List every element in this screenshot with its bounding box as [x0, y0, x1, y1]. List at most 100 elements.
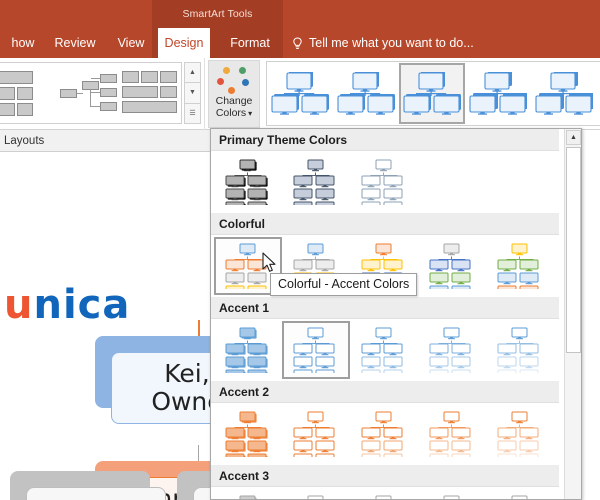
color-option-accent2-gradient-range[interactable]	[418, 405, 486, 466]
tab-design[interactable]: Design	[158, 28, 210, 58]
color-option-colorful-range-accent-4-5[interactable]	[418, 237, 486, 298]
color-option-accent3-gradient-range[interactable]	[418, 489, 486, 499]
change-colors-button[interactable]: Change Colors ▾	[208, 60, 260, 128]
more-icon: ☰	[189, 110, 196, 118]
smartart-style-4[interactable]	[465, 63, 531, 124]
color-option-accent1-colored-outline[interactable]	[282, 321, 350, 382]
color-option-accent3-colored-outline[interactable]	[282, 489, 350, 499]
layouts-more-button[interactable]: ☰	[184, 102, 201, 124]
dropdown-section-header-primary-theme-colors: Primary Theme Colors	[211, 129, 559, 151]
color-dot-4	[228, 87, 235, 94]
chevron-up-icon: ▲	[189, 69, 196, 77]
tab-view[interactable]: View	[108, 28, 154, 58]
color-option-accent2-gradient-loop[interactable]	[350, 405, 418, 466]
ribbon-tab-strip: how Review View Design Format Tell me what y…	[0, 28, 600, 58]
org-chart-swatch-icon	[358, 495, 410, 499]
layout-thumb-2[interactable]	[58, 63, 119, 123]
org-chart-icon	[271, 70, 329, 116]
tab-label: how	[11, 36, 35, 50]
section-title: Primary Theme Colors	[219, 132, 348, 147]
color-dot-0	[223, 67, 230, 74]
org-chart-swatch-icon	[222, 327, 274, 382]
layout-thumb-3[interactable]	[120, 63, 181, 123]
org-chart-swatch-icon	[290, 159, 342, 214]
smartart-styles-gallery[interactable]	[266, 61, 600, 126]
color-option-accent3-transparent[interactable]	[486, 489, 554, 499]
color-option-accent2-transparent[interactable]	[486, 405, 554, 466]
smartart-style-1[interactable]	[267, 63, 333, 124]
tab-label: View	[117, 36, 145, 50]
tab-format[interactable]: Format	[222, 28, 278, 58]
org-chart-swatch-icon	[494, 411, 546, 466]
smartart-style-3[interactable]	[399, 63, 465, 124]
dropdown-scrollbar[interactable]: ▲	[564, 129, 581, 499]
org-chart-icon	[337, 70, 395, 116]
smartart-style-5[interactable]	[531, 63, 597, 124]
slide-logo: unica	[4, 282, 130, 328]
triangle-up-icon: ▲	[570, 134, 577, 141]
color-option-accent2-colored-fill[interactable]	[214, 405, 282, 466]
layouts-scroll-spinners[interactable]: ▲ ▼ ☰	[184, 62, 201, 124]
org-chart-swatch-icon	[358, 411, 410, 466]
scrollbar-up-button[interactable]: ▲	[566, 130, 581, 145]
color-option-accent3-gradient-loop[interactable]	[350, 489, 418, 499]
contextual-tab-title: SmartArt Tools	[182, 8, 253, 20]
tab-review[interactable]: Review	[46, 28, 104, 58]
change-colors-label-line1: Change	[215, 95, 253, 107]
color-option-colorful-range-accent-5-6[interactable]	[486, 237, 554, 298]
dropdown-section-row-accent-1	[211, 319, 559, 382]
node-kei-line1: Kei,	[164, 359, 210, 388]
dropdown-section-row-accent-2	[211, 403, 559, 466]
org-chart-swatch-icon	[426, 243, 478, 298]
color-dot-2	[217, 78, 224, 85]
layouts-group: ▲ ▼ ☰	[0, 58, 205, 130]
org-chart-swatch-icon	[358, 159, 410, 214]
smartart-style-2[interactable]	[333, 63, 399, 124]
ribbon-body: ▲ ▼ ☰ Change Colors ▾	[0, 58, 600, 130]
tell-me-search[interactable]: Tell me what you want to do...	[292, 28, 474, 58]
lightbulb-icon	[292, 36, 303, 50]
logo-rest: nica	[33, 282, 131, 328]
tell-me-label: Tell me what you want to do...	[309, 36, 474, 50]
color-option-accent1-transparent[interactable]	[486, 321, 554, 382]
layouts-group-label-bar: Layouts	[0, 130, 210, 152]
color-option-accent1-gradient-range[interactable]	[418, 321, 486, 382]
tooltip-text: Colorful - Accent Colors	[278, 277, 410, 291]
section-title: Accent 2	[219, 384, 270, 399]
node-child-1[interactable]	[10, 471, 166, 500]
contextual-tab-band: SmartArt Tools	[152, 0, 283, 28]
org-chart-swatch-icon	[426, 411, 478, 466]
tooltip: Colorful - Accent Colors	[270, 273, 418, 296]
color-dot-3	[242, 79, 249, 86]
color-option-light-fill[interactable]	[350, 153, 418, 214]
layouts-scroll-down-button[interactable]: ▼	[184, 82, 201, 103]
layout-thumb-1[interactable]	[0, 63, 58, 123]
scrollbar-thumb[interactable]	[566, 147, 581, 353]
color-option-accent1-colored-fill[interactable]	[214, 321, 282, 382]
ribbon-title-bar: SmartArt Tools	[0, 0, 600, 28]
section-title: Colorful	[219, 216, 265, 231]
tab-how[interactable]: how	[0, 28, 46, 58]
layouts-gallery[interactable]	[0, 62, 182, 124]
node-child-1-body[interactable]	[26, 487, 166, 500]
dropdown-section-header-accent-2: Accent 2	[211, 381, 559, 403]
section-title: Accent 1	[219, 300, 270, 315]
dropdown-section-row-primary-theme-colors	[211, 151, 559, 214]
org-chart-swatch-icon	[290, 327, 342, 382]
logo-first-letter: u	[4, 282, 34, 328]
color-option-dark-fill-2[interactable]	[282, 153, 350, 214]
layouts-scroll-up-button[interactable]: ▲	[184, 62, 201, 83]
color-option-accent1-gradient-loop[interactable]	[350, 321, 418, 382]
color-option-accent3-colored-fill[interactable]	[214, 489, 282, 499]
mouse-cursor	[262, 252, 278, 279]
color-option-accent2-colored-outline[interactable]	[282, 405, 350, 466]
org-chart-swatch-icon	[494, 495, 546, 499]
change-colors-dropdown[interactable]: Primary Theme Colors Colorful Accent 1 Acce…	[210, 128, 582, 500]
change-colors-label-line2: Colors ▾	[215, 107, 253, 119]
chevron-down-icon: ▼	[189, 89, 196, 97]
color-option-dark-fill-1[interactable]	[214, 153, 282, 214]
org-chart-icon	[535, 69, 594, 116]
tab-label: Format	[230, 36, 270, 50]
dropdown-section-header-accent-1: Accent 1	[211, 297, 559, 319]
org-chart-swatch-icon	[222, 495, 274, 499]
